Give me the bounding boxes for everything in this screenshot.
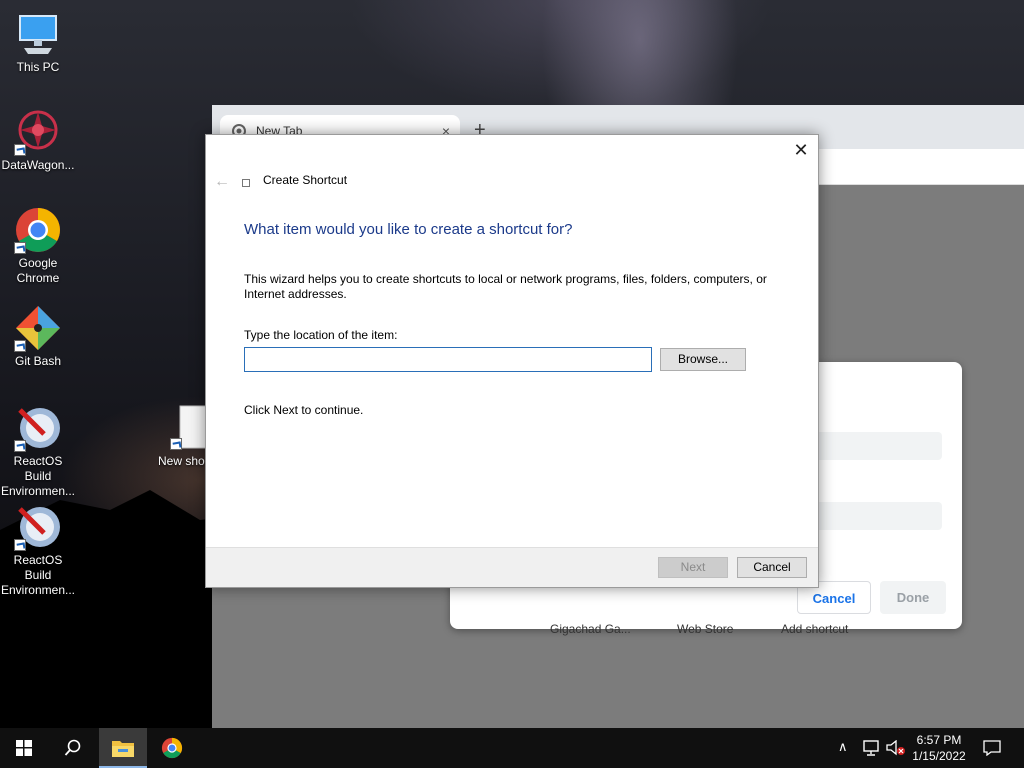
shortcut-arrow-icon — [14, 440, 26, 452]
folder-icon — [112, 741, 134, 757]
desktop-icon-label: ReactOS Build Environmen... — [0, 553, 76, 597]
chrome-icon — [161, 737, 183, 759]
volume-muted-icon[interactable] — [884, 728, 906, 768]
shortcut-arrow-icon — [14, 242, 26, 254]
git-bash-icon — [14, 304, 62, 352]
start-button[interactable] — [0, 728, 48, 768]
shortcut-arrow-icon — [170, 438, 182, 450]
clock-date: 1/15/2022 — [912, 749, 966, 763]
reactos-icon — [14, 503, 62, 551]
desktop-icon-this-pc[interactable]: This PC — [0, 10, 76, 75]
desktop-icon-datawagon[interactable]: DataWagon... — [0, 108, 76, 173]
network-icon[interactable] — [860, 728, 882, 768]
shortcut-arrow-icon — [14, 539, 26, 551]
shortcut-small-icon — [242, 179, 250, 187]
computer-icon — [14, 10, 62, 58]
chrome-taskbar-button[interactable] — [148, 728, 196, 768]
desktop-icon-google-chrome[interactable]: Google Chrome — [0, 206, 76, 286]
action-center-icon[interactable] — [978, 728, 1006, 768]
desktop-icon-label: Git Bash — [14, 354, 62, 368]
dialog-title: Create Shortcut — [263, 173, 348, 187]
desktop-icon-label: ReactOS Build Environmen... — [0, 454, 76, 498]
shortcut-tile-label: Gigachad Ga... — [550, 622, 631, 636]
search-button[interactable] — [48, 728, 96, 768]
location-input[interactable] — [244, 347, 652, 372]
clock-time: 6:57 PM — [916, 733, 962, 747]
shortcut-tile-label: Web Store — [677, 622, 734, 636]
desktop-icon-reactos-build-1[interactable]: ReactOS Build Environmen... — [0, 404, 76, 499]
file-explorer-taskbar-button[interactable] — [99, 728, 147, 768]
dialog-footer: Next Cancel — [206, 547, 818, 587]
chrome-done-button[interactable]: Done — [880, 581, 946, 614]
desktop-icon-git-bash[interactable]: Git Bash — [0, 304, 76, 369]
shortcut-tile-label: Add shortcut — [781, 622, 849, 636]
create-shortcut-dialog: ✕ ← Create Shortcut What item would you … — [205, 134, 819, 588]
blank-file-icon — [170, 404, 207, 452]
shortcut-arrow-icon — [14, 144, 26, 156]
location-label: Type the location of the item: — [244, 328, 398, 342]
desktop-icon-reactos-build-2[interactable]: ReactOS Build Environmen... — [0, 503, 76, 598]
desktop-icon-label: This PC — [16, 60, 60, 74]
desktop-icon-label: New sho — [158, 454, 205, 468]
datawagon-icon — [14, 108, 62, 156]
browse-button[interactable]: Browse... — [660, 348, 746, 371]
search-icon — [64, 739, 81, 756]
shortcut-arrow-icon — [14, 340, 26, 352]
desktop-icon-label: Google Chrome — [16, 256, 60, 285]
taskbar-clock[interactable]: 6:57 PM 1/15/2022 — [905, 732, 973, 764]
cancel-button[interactable]: Cancel — [737, 557, 807, 578]
windows-logo-icon — [16, 740, 32, 756]
next-button[interactable]: Next — [658, 557, 728, 578]
wizard-heading: What item would you like to create a sho… — [244, 221, 573, 238]
desktop-icon-new-shortcut[interactable]: New sho — [158, 404, 208, 469]
reactos-icon — [14, 404, 62, 452]
taskbar: ∧ 6:57 PM 1/15/2022 — [0, 728, 1024, 768]
desktop-icon-label: DataWagon... — [1, 158, 75, 172]
close-button[interactable]: ✕ — [790, 139, 812, 161]
chrome-icon — [14, 206, 62, 254]
show-hidden-icons-chevron[interactable]: ∧ — [838, 728, 856, 768]
back-arrow-icon[interactable]: ← — [214, 173, 230, 191]
continue-hint: Click Next to continue. — [244, 403, 364, 417]
wizard-description: This wizard helps you to create shortcut… — [244, 272, 767, 301]
